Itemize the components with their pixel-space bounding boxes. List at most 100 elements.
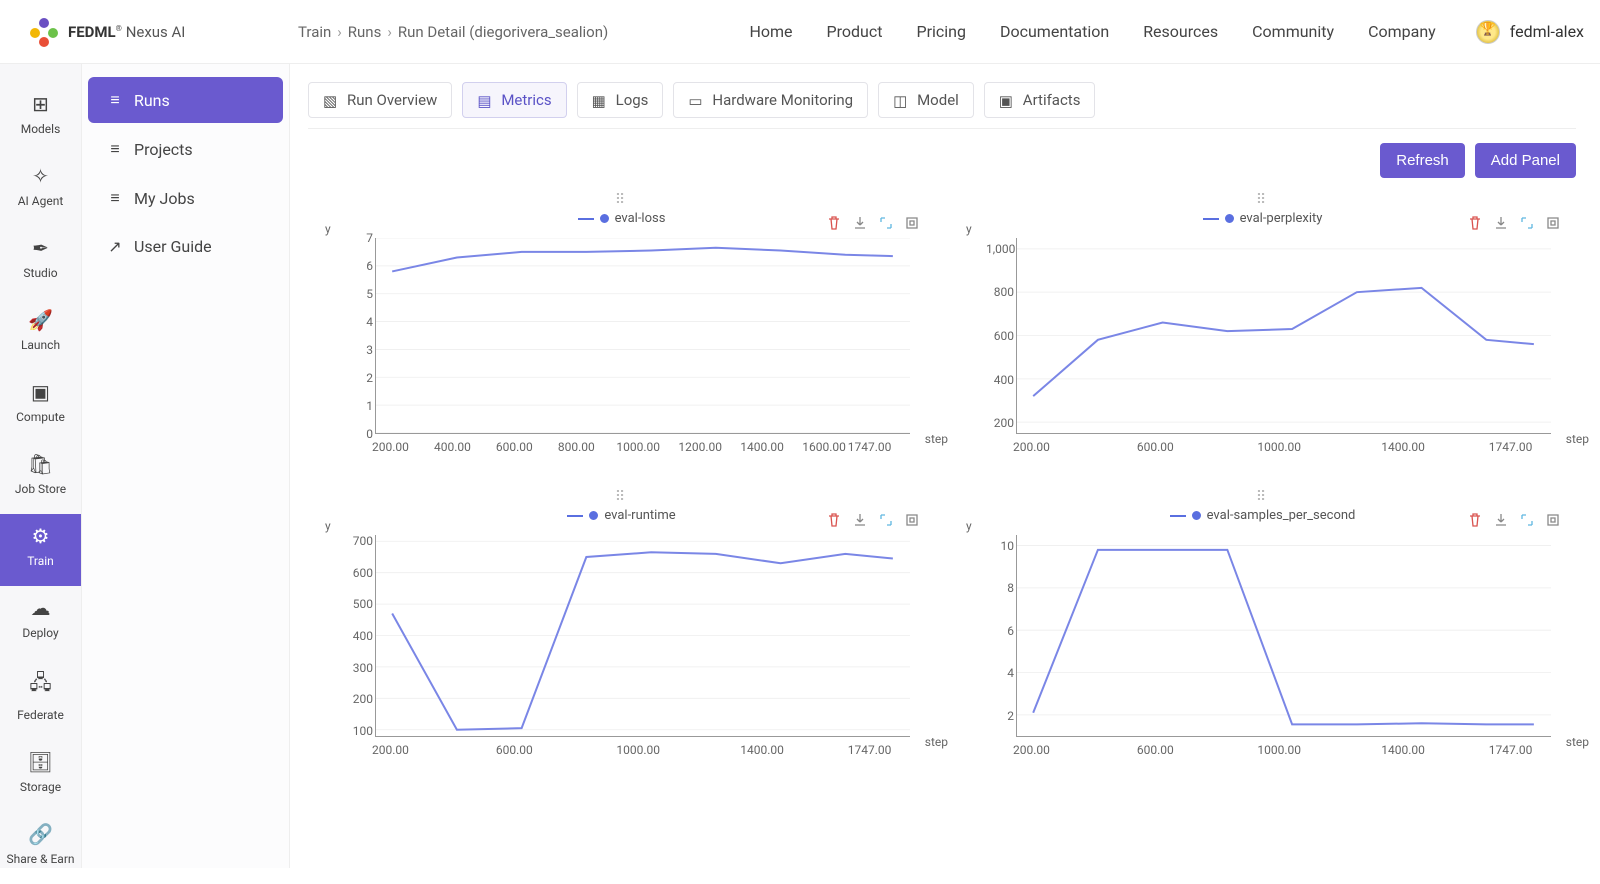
logo[interactable]: FEDML® Nexus AI [0,18,290,46]
panel-eval-perplexity: ⠿eval-perplexityystep2004006008001,00020… [949,188,1576,471]
y-tick: 4 [986,666,1014,680]
add-panel-button[interactable]: Add Panel [1475,143,1576,178]
dl-icon[interactable] [852,215,868,231]
launch-icon: 🚀 [0,308,81,332]
crumb-runs[interactable]: Runs [348,23,382,41]
crumb-train[interactable]: Train [298,23,331,41]
rail-item-federate[interactable]: 🖧Federate [0,658,81,740]
rail-item-train[interactable]: ⚙Train [0,514,81,586]
rail-item-storage[interactable]: 🗄Storage [0,740,81,812]
plot-area[interactable] [375,535,910,737]
y-tick: 600 [345,566,373,580]
full-icon[interactable] [878,215,894,231]
rail-item-compute[interactable]: ▣Compute [0,370,81,442]
y-tick: 2 [986,709,1014,723]
del-icon[interactable] [826,215,842,231]
rst-icon[interactable] [904,215,920,231]
y-tick: 200 [345,692,373,706]
plot-area[interactable] [375,238,910,434]
x-tick: 600.00 [1137,743,1174,757]
x-tick: 1600.00 [802,440,846,454]
y-axis-label: y [325,519,331,533]
drag-handle-icon[interactable]: ⠿ [950,486,1575,508]
x-tick: 1400.00 [740,440,784,454]
full-icon[interactable] [1519,215,1535,231]
sidebar-item-runs[interactable]: ≡Runs [88,77,283,123]
x-tick: 1747.00 [848,440,892,454]
tab-logs[interactable]: ▦Logs [577,82,664,118]
y-tick: 0 [345,427,373,441]
tab-hardware-monitoring[interactable]: ▭Hardware Monitoring [673,82,868,118]
nav-documentation[interactable]: Documentation [1000,22,1109,41]
ai-agent-icon: ✧ [0,164,81,188]
rst-icon[interactable] [1545,512,1561,528]
sidebar-item-my-jobs[interactable]: ≡My Jobs [88,175,283,221]
dl-icon[interactable] [1493,512,1509,528]
user-menu[interactable]: fedml-alex [1476,20,1584,44]
full-icon[interactable] [1519,512,1535,528]
refresh-button[interactable]: Refresh [1380,143,1465,178]
x-tick: 1747.00 [1489,440,1533,454]
nav-home[interactable]: Home [749,22,792,41]
tab-run-overview[interactable]: ▧Run Overview [308,82,452,118]
y-tick: 2 [345,371,373,385]
del-icon[interactable] [826,512,842,528]
tab-metrics[interactable]: ▤Metrics [462,82,566,118]
logs-icon: ▦ [592,92,608,108]
y-tick: 5 [345,287,373,301]
x-tick: 200.00 [372,440,409,454]
dl-icon[interactable] [852,512,868,528]
rail-item-studio[interactable]: ✒Studio [0,226,81,298]
train-icon: ⚙ [0,524,81,548]
del-icon[interactable] [1467,512,1483,528]
dl-icon[interactable] [1493,215,1509,231]
x-tick: 1000.00 [616,743,660,757]
top-nav: Home Product Pricing Documentation Resou… [749,22,1435,41]
plot-area[interactable] [1016,535,1551,737]
nav-pricing[interactable]: Pricing [916,22,966,41]
rail-item-ai-agent[interactable]: ✧AI Agent [0,154,81,226]
rail-item-launch[interactable]: 🚀Launch [0,298,81,370]
topbar: FEDML® Nexus AI Train › Runs › Run Detai… [0,0,1600,64]
nav-company[interactable]: Company [1368,22,1436,41]
tab-model[interactable]: ◫Model [878,82,974,118]
compute-icon: ▣ [0,380,81,404]
rail-item-models[interactable]: ⊞Models [0,82,81,154]
nav-community[interactable]: Community [1252,22,1334,41]
y-tick: 100 [345,724,373,738]
x-tick: 1000.00 [1257,440,1301,454]
x-axis-label: step [925,735,948,749]
drag-handle-icon[interactable]: ⠿ [950,189,1575,211]
y-tick: 400 [345,629,373,643]
rst-icon[interactable] [1545,215,1561,231]
rail-item-deploy[interactable]: ☁Deploy [0,586,81,658]
drag-handle-icon[interactable]: ⠿ [309,189,934,211]
storage-icon: 🗄 [0,750,81,774]
full-icon[interactable] [878,512,894,528]
x-tick: 600.00 [496,440,533,454]
x-tick: 200.00 [1013,743,1050,757]
main-content: ▧Run Overview ▤Metrics ▦Logs▭Hardware Moni… [290,64,1600,868]
panel-eval-samples_per_second: ⠿eval-samples_per_secondystep246810200.0… [949,485,1576,774]
rst-icon[interactable] [904,512,920,528]
studio-icon: ✒ [0,236,81,260]
y-tick: 500 [345,597,373,611]
y-tick: 6 [986,624,1014,638]
y-axis-label: y [966,519,972,533]
y-tick: 6 [345,259,373,273]
rail-item-job-store[interactable]: 🛍Job Store [0,442,81,514]
y-tick: 300 [345,661,373,675]
rail-item-share-earn[interactable]: 🔗Share & Earn [0,812,81,884]
sidebar-item-projects[interactable]: ≡Projects [88,126,283,172]
x-tick: 1000.00 [1257,743,1301,757]
y-tick: 600 [986,329,1014,343]
tab-artifacts[interactable]: ▣Artifacts [984,82,1096,118]
metrics-icon: ▤ [477,92,493,108]
plot-area[interactable] [1016,238,1551,434]
del-icon[interactable] [1467,215,1483,231]
drag-handle-icon[interactable]: ⠿ [309,486,934,508]
sidebar-item-user-guide[interactable]: ↗User Guide [88,224,283,269]
nav-resources[interactable]: Resources [1143,22,1218,41]
nav-product[interactable]: Product [827,22,883,41]
y-tick: 700 [345,534,373,548]
